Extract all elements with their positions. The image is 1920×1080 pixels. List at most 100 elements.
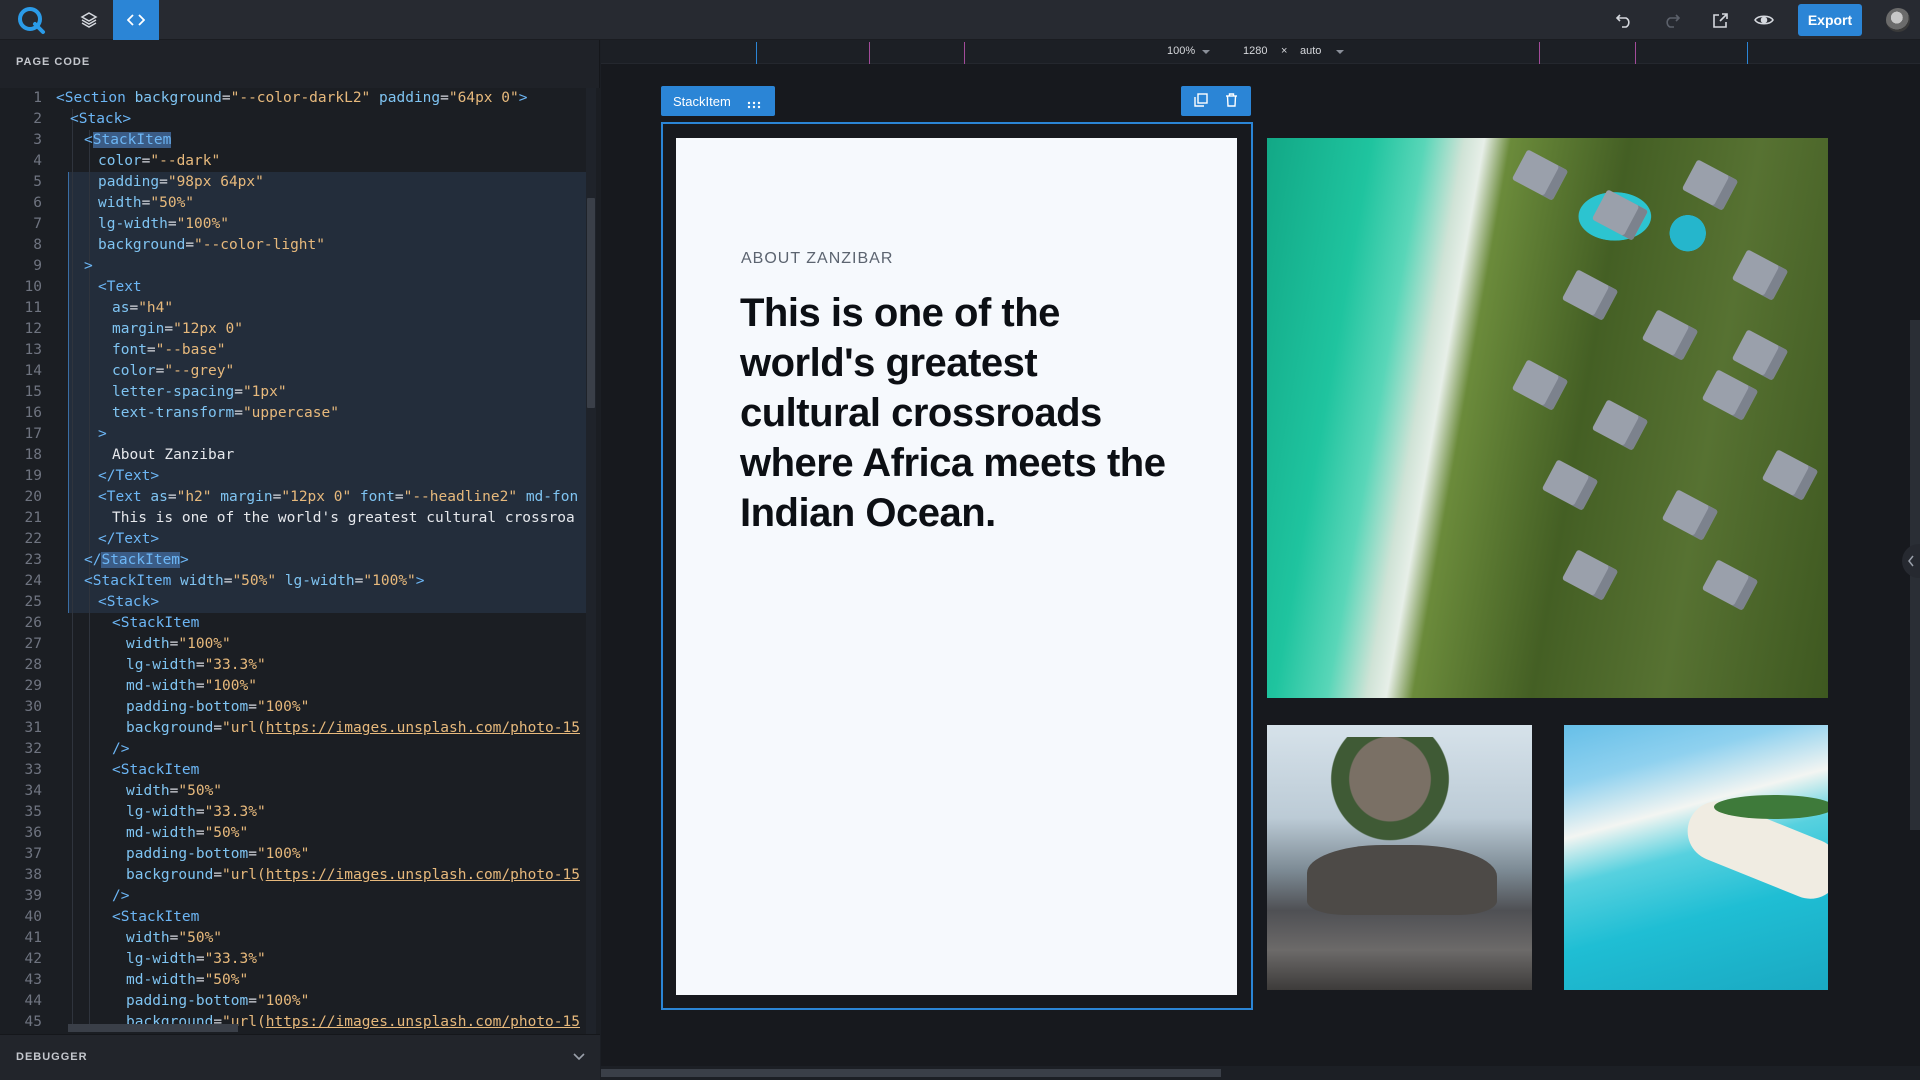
code-token: "100%" xyxy=(256,699,310,715)
code-icon[interactable] xyxy=(113,0,159,40)
code-line[interactable]: 15 letter-spacing="1px" xyxy=(0,382,600,403)
code-line[interactable]: 4 color="--dark" xyxy=(0,151,600,172)
code-token: "url( xyxy=(222,720,266,736)
code-line[interactable]: 14 color="--grey" xyxy=(0,361,600,382)
code-line[interactable]: 25 <Stack> xyxy=(0,592,600,613)
canvas-horizontal-scrollbar[interactable] xyxy=(601,1069,1221,1077)
rock-restaurant-image[interactable] xyxy=(1267,725,1532,990)
selection-label[interactable]: StackItem xyxy=(661,86,775,116)
code-line[interactable]: 32 /> xyxy=(0,739,600,760)
code-line[interactable]: 11 as="h4" xyxy=(0,298,600,319)
undo-icon[interactable] xyxy=(1601,0,1647,40)
logo-icon[interactable] xyxy=(8,0,54,40)
code-line[interactable]: 22 </Text> xyxy=(0,529,600,550)
code-token: width xyxy=(126,636,170,652)
code-line[interactable]: 7 lg-width="100%" xyxy=(0,214,600,235)
export-button[interactable]: Export xyxy=(1798,4,1862,36)
code-line[interactable]: 23 </StackItem> xyxy=(0,550,600,571)
code-line[interactable]: 8 background="--color-light" xyxy=(0,235,600,256)
code-line[interactable]: 1 <Section background="--color-darkL2" pa… xyxy=(0,88,600,109)
code-line[interactable]: 28 lg-width="33.3%" xyxy=(0,655,600,676)
code-line[interactable]: 31 background="url(https://images.unsplas… xyxy=(0,718,600,739)
code-token: font xyxy=(112,342,147,358)
code-line[interactable]: 44 padding-bottom="100%" xyxy=(0,991,600,1012)
code-token: "100%" xyxy=(176,216,229,232)
line-number: 25 xyxy=(24,594,42,610)
line-number: 8 xyxy=(33,237,42,253)
code-line[interactable]: 6 width="50%" xyxy=(0,193,600,214)
external-link-icon[interactable] xyxy=(1697,0,1743,40)
avatar[interactable] xyxy=(1886,8,1910,32)
code-line[interactable]: 36 md-width="50%" xyxy=(0,823,600,844)
code-line[interactable]: 2 <Stack> xyxy=(0,109,600,130)
viewport-width[interactable]: 1280 xyxy=(1243,45,1267,57)
headline-text[interactable]: This is one of the world's greatest cult… xyxy=(740,288,1180,538)
code-line[interactable]: 18 About Zanzibar xyxy=(0,445,600,466)
chevron-down-icon[interactable] xyxy=(572,1049,586,1067)
delete-icon[interactable] xyxy=(1225,93,1238,112)
code-token: "100%" xyxy=(256,846,310,862)
code-line[interactable]: 20 <Text as="h2" margin="12px 0" font="--… xyxy=(0,487,600,508)
drag-handle-icon[interactable] xyxy=(747,97,761,112)
code-text: /> xyxy=(112,886,129,907)
viewport-height[interactable]: auto xyxy=(1300,45,1321,57)
code-line[interactable]: 21 This is one of the world's greatest cu… xyxy=(0,508,600,529)
code-line[interactable]: 30 padding-bottom="100%" xyxy=(0,697,600,718)
editor-horizontal-scrollbar[interactable] xyxy=(68,1024,238,1032)
redo-icon[interactable] xyxy=(1649,0,1695,40)
layers-icon[interactable] xyxy=(66,0,112,40)
height-dropdown-icon[interactable] xyxy=(1336,50,1344,54)
zoom-dropdown-icon[interactable] xyxy=(1202,50,1210,54)
eye-icon[interactable] xyxy=(1741,0,1787,40)
code-line[interactable]: 33 <StackItem xyxy=(0,760,600,781)
chevron-left-icon[interactable] xyxy=(1902,544,1920,578)
beach-image[interactable] xyxy=(1564,725,1828,990)
code-line[interactable]: 42 lg-width="33.3%" xyxy=(0,949,600,970)
code-line[interactable]: 16 text-transform="uppercase" xyxy=(0,403,600,424)
code-line[interactable]: 29 md-width="100%" xyxy=(0,676,600,697)
duplicate-icon[interactable] xyxy=(1194,93,1208,112)
line-number: 36 xyxy=(24,825,42,841)
code-line[interactable]: 12 margin="12px 0" xyxy=(0,319,600,340)
code-line[interactable]: 13 font="--base" xyxy=(0,340,600,361)
code-text: width="50%" xyxy=(126,930,223,946)
code-token: > xyxy=(518,90,528,106)
line-number: 18 xyxy=(24,447,42,463)
code-line[interactable]: 26 <StackItem xyxy=(0,613,600,634)
code-line[interactable]: 38 background="url(https://images.unsplas… xyxy=(0,865,600,886)
code-line[interactable]: 27 width="100%" xyxy=(0,634,600,655)
code-line[interactable]: 41 width="50%" xyxy=(0,928,600,949)
code-line[interactable]: 24 <StackItem width="50%" lg-width="100%"… xyxy=(0,571,600,592)
code-line[interactable]: 43 md-width="50%" xyxy=(0,970,600,991)
code-line[interactable]: 9 > xyxy=(0,256,600,277)
code-line[interactable]: 10 <Text xyxy=(0,277,600,298)
code-line[interactable]: 34 width="50%" xyxy=(0,781,600,802)
code-line[interactable]: 5 padding="98px 64px" xyxy=(0,172,600,193)
code-line[interactable]: 17 > xyxy=(0,424,600,445)
code-line[interactable]: 35 lg-width="33.3%" xyxy=(0,802,600,823)
code-editor[interactable]: 1 <Section background="--color-darkL2" pa… xyxy=(0,88,600,1034)
eyebrow-text[interactable]: About Zanzibar xyxy=(741,250,893,268)
editor-scrollbar[interactable] xyxy=(587,198,595,408)
code-token: width xyxy=(126,930,170,946)
zoom-level[interactable]: 100% xyxy=(1167,45,1195,57)
code-token: "--base" xyxy=(155,342,226,358)
preview-canvas[interactable]: 100% 1280 × auto StackItem About Zanziba… xyxy=(601,40,1920,1080)
code-token: lg-width xyxy=(98,216,168,232)
code-text: > xyxy=(98,424,107,445)
code-line[interactable]: 40 <StackItem xyxy=(0,907,600,928)
line-number: 35 xyxy=(24,804,42,820)
code-line[interactable]: 37 padding-bottom="100%" xyxy=(0,844,600,865)
line-number: 38 xyxy=(24,867,42,883)
line-number: 1 xyxy=(33,90,42,106)
code-line[interactable]: 3 <StackItem xyxy=(0,130,600,151)
aerial-resort-image[interactable] xyxy=(1267,138,1828,698)
code-line[interactable]: 19 </Text> xyxy=(0,466,600,487)
about-card[interactable]: About Zanzibar This is one of the world'… xyxy=(676,138,1237,995)
code-link: https://images.unsplash.com/photo-15 xyxy=(265,1014,580,1030)
code-token: "--color-light" xyxy=(194,237,325,253)
code-text: lg-width="33.3%" xyxy=(126,951,266,967)
code-line[interactable]: 39 /> xyxy=(0,886,600,907)
code-text: This is one of the world's greatest cult… xyxy=(112,508,575,529)
debugger-panel[interactable]: DEBUGGER xyxy=(0,1034,600,1080)
